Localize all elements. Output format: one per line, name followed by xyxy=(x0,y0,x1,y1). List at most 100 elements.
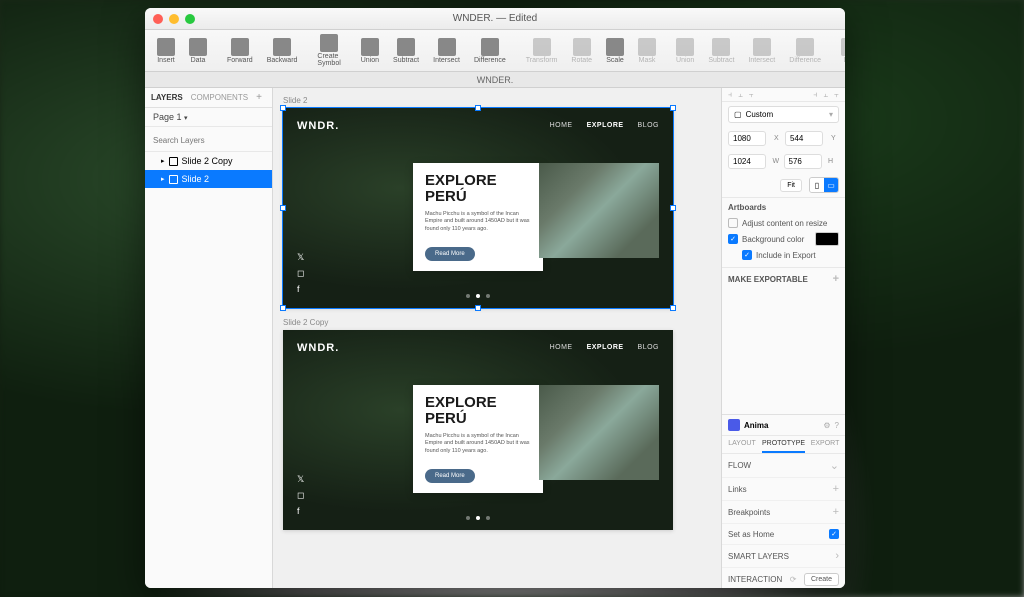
w-input[interactable] xyxy=(728,154,766,169)
site-nav: HOME EXPLORE BLOG xyxy=(550,122,659,129)
add-page-button[interactable]: + xyxy=(256,92,262,103)
insert-button[interactable]: Insert xyxy=(151,36,181,66)
resize-handle[interactable] xyxy=(670,105,676,111)
data-icon xyxy=(189,38,207,56)
read-more-button: Read More xyxy=(425,469,475,483)
links-item[interactable]: Links+ xyxy=(722,478,845,501)
help-icon[interactable]: ? xyxy=(835,421,839,430)
align-tools: ⫞ ⫠ ⫟ ⫞ ⫠ ⫟ xyxy=(722,88,845,102)
tab-components[interactable]: COMPONENTS xyxy=(191,93,248,102)
link-button[interactable]: Link xyxy=(835,36,845,66)
bool-difference-button[interactable]: Difference xyxy=(783,36,827,66)
tab-export[interactable]: EXPORT xyxy=(805,436,845,453)
resize-handle[interactable] xyxy=(475,105,481,111)
y-input[interactable] xyxy=(785,131,823,146)
plus-icon xyxy=(157,38,175,56)
resize-handle[interactable] xyxy=(670,305,676,311)
transform-button[interactable]: Transform xyxy=(520,36,564,66)
align-top-icon[interactable]: ⫞ xyxy=(813,90,817,100)
content-card: EXPLOREPERÚ Machu Picchu is a symbol of … xyxy=(413,385,543,493)
union-button[interactable]: Union xyxy=(355,36,385,66)
inspector-panel: ⫞⫠⫟ ⫞⫠⫟ ▢Custom▾ X Y W H Fit ▯▭ Artboard… xyxy=(721,88,845,588)
adjust-checkbox[interactable] xyxy=(728,218,738,228)
resize-handle[interactable] xyxy=(280,305,286,311)
layer-slide-2[interactable]: ▸Slide 2 xyxy=(145,170,272,188)
breakpoints-item[interactable]: Breakpoints+ xyxy=(722,501,845,524)
resize-handle[interactable] xyxy=(280,105,286,111)
flow-section[interactable]: FLOW⌄ xyxy=(722,454,845,478)
social-links: 𝕏 ◻ f xyxy=(297,474,307,516)
preset-selector[interactable]: ▢Custom▾ xyxy=(728,106,839,123)
mask-icon xyxy=(638,38,656,56)
portrait-icon[interactable]: ▯ xyxy=(810,178,824,192)
search-layers[interactable] xyxy=(145,127,272,152)
window-title: WNDER. — Edited xyxy=(453,13,537,24)
scale-button[interactable]: Scale xyxy=(600,36,630,66)
layer-slide-2-copy[interactable]: ▸Slide 2 Copy xyxy=(145,152,272,170)
page-selector[interactable]: Page 1 ▾ xyxy=(145,108,272,127)
resize-handle[interactable] xyxy=(475,305,481,311)
search-input[interactable] xyxy=(153,136,264,145)
fit-button[interactable]: Fit xyxy=(780,179,802,192)
align-bottom-icon[interactable]: ⫟ xyxy=(834,90,839,100)
zoom-icon[interactable] xyxy=(185,14,195,24)
plus-icon[interactable]: + xyxy=(833,273,839,285)
bool-intersect-button[interactable]: Intersect xyxy=(742,36,781,66)
data-button[interactable]: Data xyxy=(183,36,213,66)
plus-icon[interactable]: + xyxy=(833,506,839,518)
artboard-slide-2[interactable]: WNDR. HOME EXPLORE BLOG EXPLOREPERÚ Mach… xyxy=(283,108,673,308)
color-swatch[interactable] xyxy=(815,232,839,246)
subtract-button[interactable]: Subtract xyxy=(387,36,425,66)
bool-union-button[interactable]: Union xyxy=(670,36,700,66)
include-checkbox[interactable]: ✓ xyxy=(742,250,752,260)
site-logo: WNDR. xyxy=(297,342,339,354)
tab-layers[interactable]: LAYERS xyxy=(151,93,183,102)
set-home-item[interactable]: Set as Home✓ xyxy=(722,524,845,545)
forward-button[interactable]: Forward xyxy=(221,36,259,66)
bgcolor-checkbox[interactable]: ✓ xyxy=(728,234,738,244)
align-middle-icon[interactable]: ⫠ xyxy=(823,90,828,100)
artboard-slide-2-copy[interactable]: WNDR. HOME EXPLORE BLOG EXPLOREPERÚ Mach… xyxy=(283,330,673,530)
bool-subtract-button[interactable]: Subtract xyxy=(702,36,740,66)
landscape-icon[interactable]: ▭ xyxy=(824,178,838,192)
document-bar: WNDER. xyxy=(145,72,845,88)
transform-icon xyxy=(533,38,551,56)
orientation-toggle[interactable]: ▯▭ xyxy=(809,177,839,193)
rotate-button[interactable]: Rotate xyxy=(565,36,598,66)
traffic-lights xyxy=(153,14,195,24)
interaction-item[interactable]: INTERACTION⟳Create xyxy=(722,568,845,588)
chevron-right-icon: ▸ xyxy=(161,157,165,165)
titlebar: WNDER. — Edited xyxy=(145,8,845,30)
tab-layout[interactable]: LAYOUT xyxy=(722,436,762,453)
close-icon[interactable] xyxy=(153,14,163,24)
tab-prototype[interactable]: PROTOTYPE xyxy=(762,436,805,453)
anima-logo-icon xyxy=(728,419,740,431)
smart-layers-section[interactable]: SMART LAYERS› xyxy=(722,545,845,568)
artboard-label[interactable]: Slide 2 xyxy=(283,96,711,105)
home-checkbox[interactable]: ✓ xyxy=(829,529,839,539)
chevron-down-icon: ▾ xyxy=(184,115,188,122)
h-input[interactable] xyxy=(784,154,822,169)
card-title: EXPLOREPERÚ xyxy=(425,395,531,427)
settings-icon[interactable]: ⚙ xyxy=(823,421,830,430)
canvas[interactable]: Slide 2 WNDR. HOME EXPLORE BLOG EXPLOREP… xyxy=(273,88,721,588)
artboard-label[interactable]: Slide 2 Copy xyxy=(283,318,711,327)
minimize-icon[interactable] xyxy=(169,14,179,24)
x-input[interactable] xyxy=(728,131,766,146)
align-center-icon[interactable]: ⫠ xyxy=(738,90,743,100)
instagram-icon: ◻ xyxy=(297,268,307,278)
interaction-icon: ⟳ xyxy=(790,575,797,584)
intersect-button[interactable]: Intersect xyxy=(427,36,466,66)
app-window: WNDER. — Edited Insert Data Forward Back… xyxy=(145,8,845,588)
plus-icon[interactable]: + xyxy=(833,483,839,495)
resize-handle[interactable] xyxy=(670,205,676,211)
create-button[interactable]: Create xyxy=(804,573,839,586)
difference-button[interactable]: Difference xyxy=(468,36,512,66)
create-symbol-button[interactable]: Create Symbol xyxy=(311,32,346,69)
align-left-icon[interactable]: ⫞ xyxy=(728,90,732,100)
mask-button[interactable]: Mask xyxy=(632,36,662,66)
resize-handle[interactable] xyxy=(280,205,286,211)
align-right-icon[interactable]: ⫟ xyxy=(749,90,754,100)
export-header[interactable]: MAKE EXPORTABLE+ xyxy=(728,273,839,285)
backward-button[interactable]: Backward xyxy=(261,36,304,66)
